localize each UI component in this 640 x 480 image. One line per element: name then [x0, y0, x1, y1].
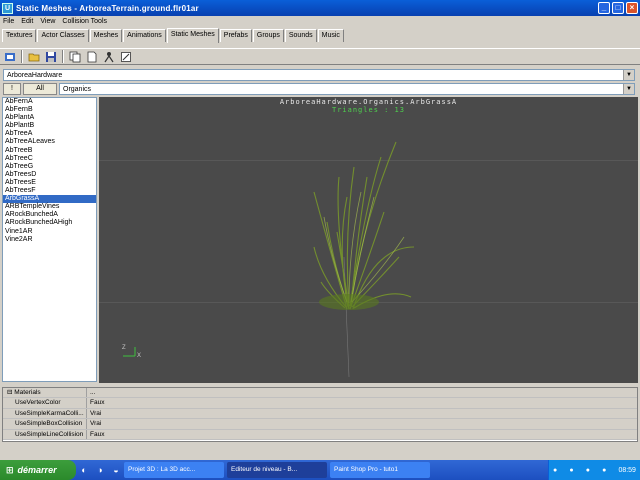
taskbar: ⊞ démarrer ◐ ◑ ◒ Projet 3D : La 3D acc..… — [0, 460, 640, 480]
property-key: UseSimpleLineCollision — [3, 429, 87, 439]
clock: 08:59 — [618, 466, 636, 474]
list-item[interactable]: AbFernA — [3, 98, 96, 106]
tray-icon[interactable]: ● — [569, 467, 573, 474]
property-row[interactable]: UseSimpleKarmaColli... Vrai — [3, 408, 637, 420]
property-key: UseVertexColor — [3, 398, 87, 408]
property-value[interactable]: Vrai — [87, 408, 637, 419]
package-combo[interactable]: ArboreaHardware ▼ — [3, 69, 635, 81]
axis-x-label: X — [137, 353, 142, 359]
tab-actor-classes[interactable]: Actor Classes — [37, 29, 89, 42]
property-value[interactable]: Vrai — [87, 419, 637, 429]
expand-icon[interactable]: ⊟ — [7, 389, 12, 396]
copy-icon[interactable] — [68, 50, 81, 63]
open-icon[interactable] — [27, 50, 40, 63]
taskbar-task[interactable]: Paint Shop Pro - tuto1 — [330, 462, 430, 478]
list-item-selected[interactable]: ArbGrassA — [3, 195, 96, 204]
list-item[interactable]: AbTreeC — [3, 155, 96, 163]
close-button[interactable]: × — [626, 2, 638, 14]
title-bar: U Static Meshes - ArboreaTerrain.ground.… — [0, 0, 640, 16]
list-item[interactable]: AbTreeB — [3, 147, 96, 155]
window-title: Static Meshes - ArboreaTerrain.ground.fl… — [16, 3, 199, 13]
property-value[interactable]: Faux — [87, 429, 637, 439]
import-icon[interactable] — [3, 50, 16, 63]
quick-launch-icon[interactable]: ◒ — [113, 465, 118, 475]
browser-tabs: Textures Actor Classes Meshes Animations… — [0, 28, 640, 43]
tab-groups[interactable]: Groups — [252, 29, 284, 42]
maximize-button[interactable]: □ — [612, 2, 624, 14]
list-item[interactable]: AbFernB — [3, 106, 96, 114]
menu-file[interactable]: File — [3, 18, 14, 25]
tray-icon[interactable]: ● — [602, 467, 606, 474]
properties-grid: ⊟ Materials ... UseVertexColor Faux UseS… — [2, 387, 638, 442]
menu-edit[interactable]: Edit — [21, 18, 33, 25]
tray-icon[interactable]: ● — [586, 467, 590, 474]
list-item[interactable]: AbTreeG — [3, 163, 96, 171]
tab-sounds[interactable]: Sounds — [284, 29, 317, 42]
tab-meshes[interactable]: Meshes — [89, 29, 123, 42]
menu-bar: File Edit View Collision Tools — [0, 16, 640, 27]
start-label: démarrer — [17, 465, 57, 475]
collision-icon[interactable] — [119, 50, 132, 63]
axis-z-label: Z — [122, 345, 126, 351]
taskbar-task-active[interactable]: Editeur de niveau - B... — [227, 462, 327, 478]
list-item[interactable]: ARockBunchedAHigh — [3, 219, 96, 227]
tab-static-meshes[interactable]: Static Meshes — [166, 28, 219, 43]
system-tray: ● ● ● ● 08:59 — [548, 460, 640, 480]
list-item[interactable]: AbTreesE — [3, 179, 96, 187]
show-all-button[interactable]: All — [23, 83, 57, 95]
properties-icon[interactable] — [102, 50, 115, 63]
tab-prefabs[interactable]: Prefabs — [219, 29, 252, 42]
property-key: UseSimpleKarmaColli... — [3, 408, 87, 419]
taskbar-task[interactable]: Projet 3D : La 3D acc... — [124, 462, 224, 478]
tab-music[interactable]: Music — [317, 29, 344, 42]
save-icon[interactable] — [44, 50, 57, 63]
app-icon: U — [2, 2, 13, 14]
list-item[interactable]: AbTreesF — [3, 187, 96, 195]
quick-launch-icon[interactable]: ◐ — [81, 465, 86, 475]
property-row[interactable]: UseVertexColor Faux — [3, 398, 637, 409]
mesh-list[interactable]: AbFernA AbFernB AbPlantA AbPlantB AbTree… — [2, 97, 97, 382]
menu-view[interactable]: View — [40, 18, 55, 25]
mesh-viewport[interactable]: ArboreaHardware.Organics.ArbGrassA Trian… — [99, 97, 638, 383]
windows-logo-icon: ⊞ — [6, 464, 14, 475]
property-row[interactable]: UseSimpleBoxCollision Vrai — [3, 419, 637, 430]
tab-animations[interactable]: Animations — [123, 29, 166, 42]
group-combo-value: Organics — [63, 85, 92, 93]
quick-launch: ◐ ◑ ◒ — [76, 465, 124, 475]
property-group-label: Materials — [14, 389, 41, 396]
chevron-down-icon[interactable]: ▼ — [623, 84, 634, 94]
toolbar-separator — [62, 50, 64, 63]
filter-button[interactable]: ! — [3, 83, 21, 95]
property-key: ⊟ Materials — [3, 388, 87, 398]
property-row[interactable]: ⊟ Materials ... — [3, 388, 637, 399]
package-combo-value: ArboreaHardware — [7, 71, 63, 79]
minimize-button[interactable]: _ — [598, 2, 610, 14]
chevron-down-icon[interactable]: ▼ — [623, 70, 634, 80]
property-value[interactable]: Faux — [87, 398, 637, 408]
quick-launch-icon[interactable]: ◑ — [97, 465, 102, 475]
list-item[interactable]: Vine1AR — [3, 228, 96, 236]
start-button[interactable]: ⊞ démarrer — [0, 460, 76, 480]
list-item[interactable]: AbTreeA — [3, 130, 96, 138]
list-item[interactable]: Vine2AR — [3, 236, 96, 244]
group-combo[interactable]: Organics ▼ — [59, 83, 635, 95]
list-item[interactable]: AbPlantB — [3, 122, 96, 130]
toolbar — [0, 48, 640, 65]
menu-collision-tools[interactable]: Collision Tools — [62, 18, 107, 25]
toolbar-separator — [21, 50, 23, 63]
list-item[interactable]: ARockBunchedA — [3, 211, 96, 219]
list-item[interactable]: AbTreeALeaves — [3, 138, 96, 146]
property-row[interactable]: UseSimpleLineCollision Faux — [3, 429, 637, 440]
list-item[interactable]: ARBTempleVines — [3, 203, 96, 211]
property-value[interactable]: ... — [87, 388, 637, 398]
list-item[interactable]: AbTreesD — [3, 171, 96, 179]
tray-icon[interactable]: ● — [553, 467, 557, 474]
property-key: UseSimpleBoxCollision — [3, 419, 87, 429]
list-item[interactable]: AbPlantA — [3, 114, 96, 122]
new-icon[interactable] — [85, 50, 98, 63]
grass-mesh-render — [123, 141, 415, 378]
tab-textures[interactable]: Textures — [2, 29, 37, 42]
